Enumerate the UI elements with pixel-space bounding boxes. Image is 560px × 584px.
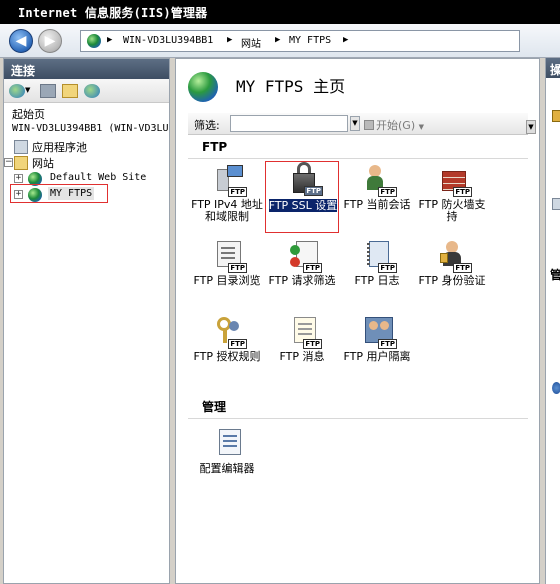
directory-browsing-icon: FTP xyxy=(213,239,247,273)
selection-highlight xyxy=(10,184,108,203)
up-folder-icon[interactable] xyxy=(62,84,78,98)
page-title: MY FTPS 主页 xyxy=(236,77,346,96)
actions-header: 操 xyxy=(546,58,560,78)
main-panel: MY FTPS 主页 筛选: ▼ 开始(G) ▼ ▼ FTP FTP FTP I… xyxy=(175,58,540,584)
section-manage-header: 管理 xyxy=(188,397,528,419)
scroll-down-icon[interactable]: ▼ xyxy=(526,120,536,134)
feature-ftp-authentication[interactable]: FTP FTP 身份验证 xyxy=(415,239,489,311)
breadcrumb-arrow-icon[interactable]: ▶ xyxy=(227,35,232,45)
feature-label: 配置编辑器 xyxy=(199,462,255,475)
feature-label: FTP 授权规则 xyxy=(193,350,261,363)
feature-label: FTP 消息 xyxy=(279,350,325,363)
dropdown-arrow-icon[interactable]: ▼ xyxy=(25,86,33,100)
feature-ftp-sessions[interactable]: FTP FTP 当前会话 xyxy=(340,163,414,235)
back-arrow-icon: ◀ xyxy=(15,33,27,49)
feature-ftp-ipv4[interactable]: FTP FTP IPv4 地址和域限制 xyxy=(190,163,264,235)
actions-section-label: 管 xyxy=(550,268,560,282)
connections-toolbar: ▼ xyxy=(4,79,169,103)
connections-header: 连接 xyxy=(4,59,169,79)
feature-ftp-authorization[interactable]: FTP FTP 授权规则 xyxy=(190,315,264,387)
tree-app-pools-label: 应用程序池 xyxy=(32,141,87,154)
window-title: Internet 信息服务(IIS)管理器 xyxy=(0,0,560,24)
feature-label: FTP 日志 xyxy=(354,274,400,287)
tree-start-page[interactable]: 起始页 xyxy=(12,106,45,122)
breadcrumb-sites[interactable]: 网站 xyxy=(241,35,261,50)
tree-site-default-label: Default Web Site xyxy=(50,172,147,183)
feature-config-editor[interactable]: 配置编辑器 xyxy=(190,427,264,499)
breadcrumb-arrow-icon[interactable]: ▶ xyxy=(343,35,348,45)
tree-sites[interactable]: − 网站 xyxy=(4,155,169,171)
feature-ftp-user-isolation[interactable]: FTP FTP 用户隔离 xyxy=(340,315,414,387)
start-dropdown-icon[interactable]: ▼ xyxy=(419,123,424,131)
filter-label: 筛选: xyxy=(194,119,220,132)
authorization-icon: FTP xyxy=(213,315,247,349)
feature-label: FTP 当前会话 xyxy=(343,198,411,211)
save-icon[interactable] xyxy=(40,84,56,98)
tree-app-pools[interactable]: 应用程序池 xyxy=(4,139,169,155)
connections-panel: 连接 ▼ 起始页 WIN-VD3LU394BB1 (WIN-VD3LU 应用程序… xyxy=(3,58,170,584)
feature-ftp-firewall[interactable]: FTP FTP 防火墙支持 xyxy=(415,163,489,235)
actions-panel: 操 管 xyxy=(545,58,560,584)
tree-server[interactable]: WIN-VD3LU394BB1 (WIN-VD3LU xyxy=(12,123,168,139)
feature-label: FTP 防火墙支持 xyxy=(418,198,486,223)
firewall-icon: FTP xyxy=(438,163,472,197)
feature-label: FTP SSL 设置 xyxy=(268,199,338,212)
expand-icon[interactable]: + xyxy=(14,174,23,183)
action-icon[interactable] xyxy=(552,110,560,122)
start-button[interactable]: 开始(G) ▼ xyxy=(364,117,424,133)
feature-label: FTP 用户隔离 xyxy=(343,350,411,363)
section-ftp-header: FTP xyxy=(188,137,528,159)
breadcrumb-arrow-icon[interactable]: ▶ xyxy=(107,35,112,45)
user-isolation-icon: FTP xyxy=(363,315,397,349)
forward-arrow-icon: ▶ xyxy=(44,33,56,49)
feature-label: FTP IPv4 地址和域限制 xyxy=(191,198,263,223)
start-icon xyxy=(364,120,374,130)
start-label: 开始(G) xyxy=(376,119,416,132)
sessions-icon: FTP xyxy=(363,163,397,197)
logging-icon: FTP xyxy=(363,239,397,273)
breadcrumb-server[interactable]: WIN-VD3LU394BB1 xyxy=(123,35,213,46)
address-bar[interactable]: ▶ WIN-VD3LU394BB1 ▶ 网站 ▶ MY FTPS ▶ xyxy=(80,30,520,52)
navigation-bar: ◀ ▶ ▶ WIN-VD3LU394BB1 ▶ 网站 ▶ MY FTPS ▶ xyxy=(0,24,560,58)
feature-ftp-logging[interactable]: FTP FTP 日志 xyxy=(340,239,414,311)
ssl-lock-icon: FTP xyxy=(289,162,323,196)
app-pools-icon xyxy=(14,140,28,154)
globe-icon xyxy=(87,34,101,48)
filter-bar: 筛选: ▼ 开始(G) ▼ ▼ xyxy=(188,113,536,135)
action-icon[interactable] xyxy=(552,198,560,210)
breadcrumb-site[interactable]: MY FTPS xyxy=(289,35,331,46)
config-editor-icon xyxy=(213,427,247,461)
filter-input[interactable] xyxy=(230,115,348,132)
sites-folder-icon xyxy=(14,156,28,170)
collapse-icon[interactable]: − xyxy=(4,158,13,167)
feature-ftp-request-filtering[interactable]: FTP FTP 请求筛选 xyxy=(265,239,339,311)
site-globe-icon xyxy=(188,72,218,102)
feature-ftp-directory-browsing[interactable]: FTP FTP 目录浏览 xyxy=(190,239,264,311)
feature-label: FTP 身份验证 xyxy=(418,274,486,287)
breadcrumb-arrow-icon[interactable]: ▶ xyxy=(275,35,280,45)
authentication-icon: FTP xyxy=(438,239,472,273)
messages-icon: FTP xyxy=(288,315,322,349)
feature-ftp-messages[interactable]: FTP FTP 消息 xyxy=(265,315,339,387)
request-filtering-icon: FTP xyxy=(288,239,322,273)
feature-ftp-ssl[interactable]: FTP FTP SSL 设置 xyxy=(265,161,339,233)
disconnect-icon[interactable] xyxy=(84,84,100,98)
back-button[interactable]: ◀ xyxy=(9,29,33,53)
feature-label: FTP 目录浏览 xyxy=(193,274,261,287)
ipv4-restriction-icon: FTP xyxy=(213,163,247,197)
connect-globe-icon[interactable] xyxy=(9,84,25,98)
tree-sites-label: 网站 xyxy=(32,157,54,170)
help-icon[interactable] xyxy=(552,382,560,394)
filter-dropdown-icon[interactable]: ▼ xyxy=(350,116,360,131)
feature-label: FTP 请求筛选 xyxy=(268,274,336,287)
forward-button[interactable]: ▶ xyxy=(38,29,62,53)
